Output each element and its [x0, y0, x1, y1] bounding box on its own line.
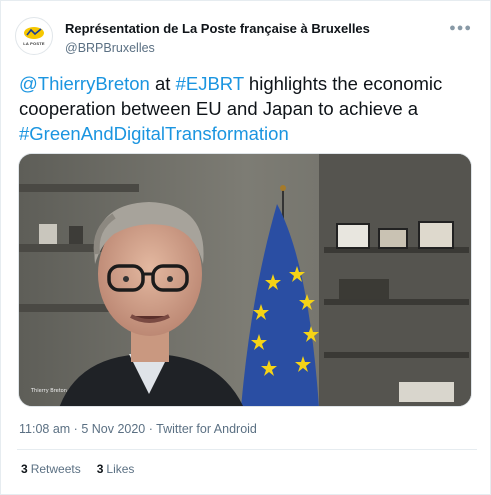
likes-stat[interactable]: 3 Likes: [97, 462, 135, 476]
tweet-source[interactable]: Twitter for Android: [156, 422, 257, 436]
video-caption: Thierry Breton: [31, 388, 67, 394]
video-frame-image: [19, 154, 471, 406]
more-options-icon[interactable]: ●●●: [449, 23, 472, 34]
retweets-stat[interactable]: 3 Retweets: [21, 462, 81, 476]
retweets-count: 3: [21, 462, 28, 476]
tweet-date[interactable]: 5 Nov 2020: [81, 422, 145, 436]
meta-separator: ·: [145, 422, 157, 436]
avatar-logo-text: LA POSTE: [23, 41, 45, 46]
tweet-text: @ThierryBreton at #EJBRT highlights the …: [19, 71, 479, 146]
display-name[interactable]: Représentation de La Poste française à B…: [65, 21, 370, 37]
hashtag-link[interactable]: #GreenAndDigitalTransformation: [19, 123, 289, 144]
tweet-card: LA POSTE Représentation de La Poste fran…: [0, 0, 491, 495]
retweets-label: Retweets: [30, 462, 81, 476]
tweet-time[interactable]: 11:08 am: [19, 422, 70, 436]
tweet-metadata: 11:08 am · 5 Nov 2020 · Twitter for Andr…: [19, 422, 257, 436]
avatar[interactable]: LA POSTE: [15, 17, 53, 55]
user-handle[interactable]: @BRPBruxelles: [65, 40, 370, 56]
author-block: Représentation de La Poste française à B…: [65, 21, 370, 56]
likes-label: Likes: [106, 462, 135, 476]
engagement-stats: 3 Retweets 3 Likes: [21, 462, 134, 476]
mention-link[interactable]: @ThierryBreton: [19, 73, 150, 94]
divider: [17, 449, 477, 450]
tweet-media-video[interactable]: Thierry Breton: [18, 153, 472, 407]
meta-separator: ·: [70, 422, 82, 436]
hashtag-link[interactable]: #EJBRT: [176, 73, 244, 94]
la-poste-logo-icon: [24, 27, 44, 39]
tweet-text-part: at: [149, 73, 176, 94]
likes-count: 3: [96, 462, 104, 476]
